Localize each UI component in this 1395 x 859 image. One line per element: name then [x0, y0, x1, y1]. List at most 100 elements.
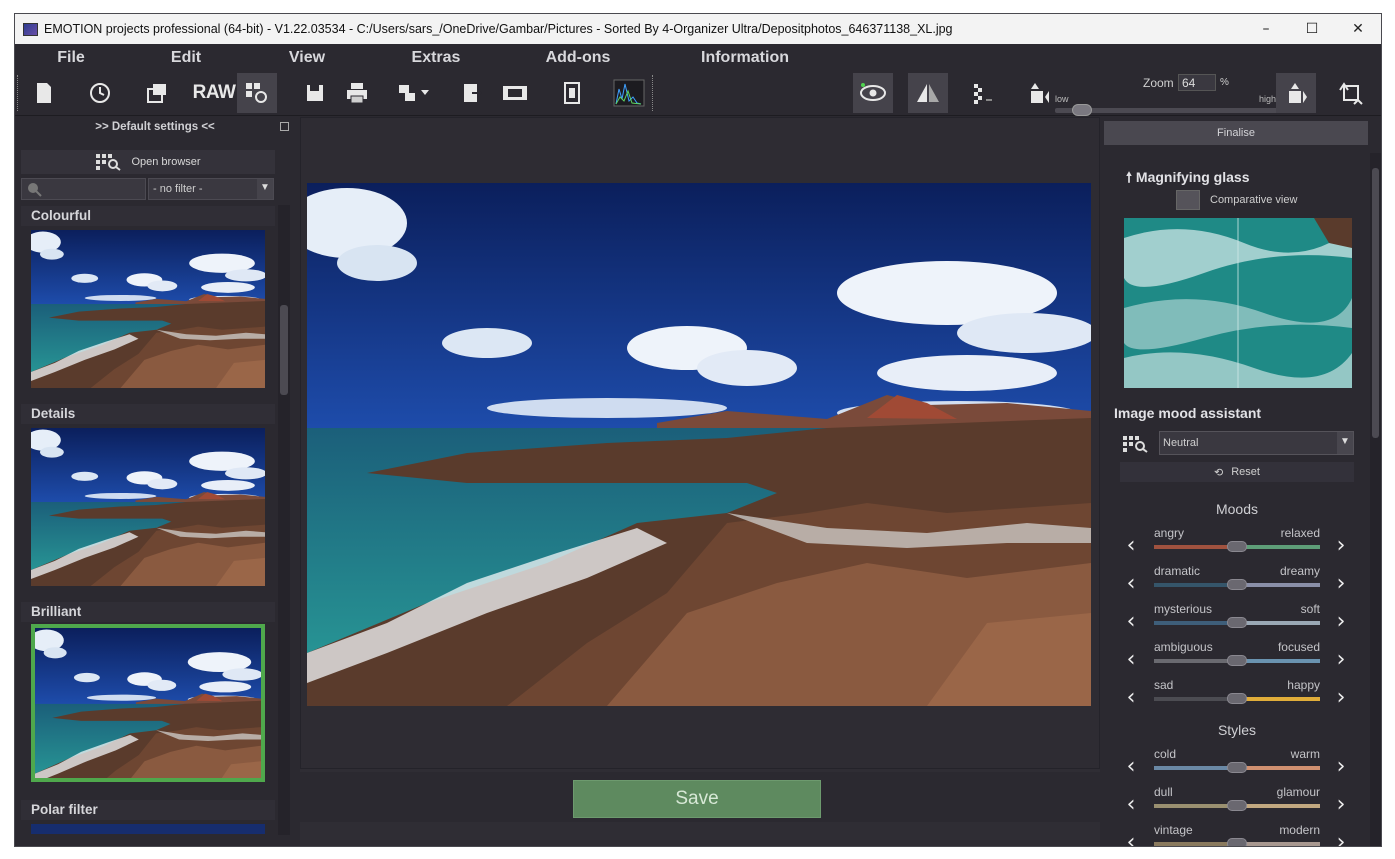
preset-thumbnail[interactable] — [31, 824, 265, 834]
chevron-right-icon[interactable]: › — [1332, 792, 1350, 818]
slider-track-right[interactable] — [1236, 766, 1320, 770]
chevron-left-icon[interactable]: ‹ — [1122, 792, 1140, 818]
chevron-left-icon[interactable]: ‹ — [1122, 609, 1140, 635]
slider-track-right[interactable] — [1236, 545, 1320, 549]
finalise-button[interactable]: Finalise — [1104, 121, 1368, 145]
filter-select[interactable]: - no filter - ▼ — [148, 178, 274, 200]
presets-scrollbar[interactable] — [278, 205, 290, 835]
batch-button[interactable] — [137, 73, 177, 113]
zoom-fit-left-button[interactable] — [1018, 73, 1058, 113]
chevron-left-icon[interactable]: ‹ — [1122, 647, 1140, 673]
histogram-button[interactable] — [609, 73, 649, 113]
slider-track-left[interactable] — [1154, 842, 1236, 846]
preset-search-input[interactable] — [21, 178, 146, 200]
raw-button[interactable]: RAW — [192, 73, 236, 113]
menu-add-ons[interactable]: Add-ons — [503, 44, 653, 72]
preset-item-polar-filter[interactable]: Polar filter — [21, 800, 275, 834]
split-compare-button[interactable] — [908, 73, 948, 113]
toolbar-separator — [652, 75, 654, 111]
scrollbar-thumb[interactable] — [1372, 168, 1379, 438]
export-dropdown-button[interactable] — [392, 73, 432, 113]
chevron-right-icon[interactable]: › — [1332, 685, 1350, 711]
preset-thumbnail[interactable] — [31, 230, 265, 388]
chevron-left-icon[interactable]: ‹ — [1122, 830, 1140, 846]
slider-track-right[interactable] — [1236, 583, 1320, 587]
comparative-view-toggle[interactable]: Comparative view — [1120, 189, 1352, 211]
open-file-button[interactable] — [452, 73, 492, 113]
chevron-left-icon[interactable]: ‹ — [1122, 533, 1140, 559]
slider-knob[interactable] — [1227, 800, 1247, 811]
slider-knob[interactable] — [1227, 838, 1247, 846]
reset-button[interactable]: ⟲ Reset — [1120, 462, 1354, 482]
minimize-button[interactable]: – — [1243, 14, 1289, 44]
chevron-right-icon[interactable]: › — [1332, 609, 1350, 635]
preset-thumbnail[interactable] — [31, 428, 265, 586]
settings-grid-button[interactable] — [237, 73, 277, 113]
new-document-button[interactable] — [24, 73, 64, 113]
slider-track-left[interactable] — [1154, 697, 1236, 701]
slider-track-left[interactable] — [1154, 659, 1236, 663]
mood-preset-select[interactable]: Neutral ▼ — [1159, 431, 1354, 455]
preset-item-details[interactable]: Details — [21, 404, 275, 586]
history-button[interactable] — [80, 73, 120, 113]
chevron-right-icon[interactable]: › — [1332, 533, 1350, 559]
preset-item-brilliant[interactable]: Brilliant — [21, 602, 275, 782]
slider-track-left[interactable] — [1154, 545, 1236, 549]
slider-knob[interactable] — [1227, 693, 1247, 704]
open-browser-button[interactable]: Open browser — [21, 150, 275, 174]
chevron-right-icon[interactable]: › — [1332, 571, 1350, 597]
info-sheet-button[interactable] — [552, 73, 592, 113]
scrollbar-thumb[interactable] — [280, 305, 288, 395]
chevron-right-icon[interactable]: › — [1332, 830, 1350, 846]
slider-knob[interactable] — [1227, 541, 1247, 552]
chevron-down-icon[interactable]: ▼ — [1337, 432, 1353, 454]
menu-edit[interactable]: Edit — [127, 44, 245, 72]
grid-search-icon[interactable] — [1122, 435, 1148, 453]
pixel-view-button[interactable] — [962, 73, 1002, 113]
slider-track-right[interactable] — [1236, 621, 1320, 625]
zoom-input[interactable] — [1178, 74, 1216, 91]
main-photo[interactable] — [307, 183, 1091, 706]
rotate-crop-button[interactable] — [1331, 73, 1371, 113]
chevron-left-icon[interactable]: ‹ — [1122, 571, 1140, 597]
preset-thumbnail-selected[interactable] — [31, 624, 265, 782]
chevron-down-icon[interactable]: ▼ — [257, 179, 273, 199]
slider-knob[interactable] — [1227, 655, 1247, 666]
slider-track-left[interactable] — [1154, 621, 1236, 625]
slider-track-right[interactable] — [1236, 697, 1320, 701]
slider-track-left[interactable] — [1154, 804, 1236, 808]
chevron-right-icon[interactable]: › — [1332, 754, 1350, 780]
chevron-left-icon[interactable]: ‹ — [1122, 685, 1140, 711]
comparative-view-checkbox[interactable] — [1176, 190, 1200, 210]
magnifying-glass-header[interactable]: 🠕 Magnifying glass — [1126, 167, 1249, 191]
slider-track-right[interactable] — [1236, 659, 1320, 663]
menu-information[interactable]: Information — [653, 44, 837, 72]
filmstrip-button[interactable] — [495, 73, 535, 113]
chevron-left-icon[interactable]: ‹ — [1122, 754, 1140, 780]
slider-track-right[interactable] — [1236, 842, 1320, 846]
adjustments-scrollbar[interactable] — [1370, 153, 1381, 846]
menu-view[interactable]: View — [245, 44, 369, 72]
slider-knob[interactable] — [1227, 579, 1247, 590]
raw-label: RAW — [192, 82, 236, 103]
slider-track-left[interactable] — [1154, 766, 1236, 770]
save-button[interactable]: Save — [573, 780, 821, 818]
menu-file[interactable]: File — [15, 44, 127, 72]
menu-extras[interactable]: Extras — [369, 44, 503, 72]
slider-track-left[interactable] — [1154, 583, 1236, 587]
magnifier-preview[interactable] — [1124, 218, 1352, 388]
zoom-slider-thumb[interactable] — [1071, 104, 1092, 116]
image-canvas[interactable] — [300, 117, 1100, 769]
print-button[interactable] — [337, 73, 377, 113]
slider-knob[interactable] — [1227, 617, 1247, 628]
maximize-button[interactable]: ☐ — [1289, 14, 1335, 44]
chevron-right-icon[interactable]: › — [1332, 647, 1350, 673]
float-panel-icon[interactable] — [280, 122, 289, 131]
save-toolbar-button[interactable] — [295, 73, 335, 113]
zoom-fit-right-button[interactable] — [1276, 73, 1316, 113]
preview-eye-button[interactable] — [853, 73, 893, 113]
close-button[interactable]: ✕ — [1335, 14, 1381, 44]
preset-item-colourful[interactable]: Colourful — [21, 206, 275, 388]
slider-track-right[interactable] — [1236, 804, 1320, 808]
slider-knob[interactable] — [1227, 762, 1247, 773]
